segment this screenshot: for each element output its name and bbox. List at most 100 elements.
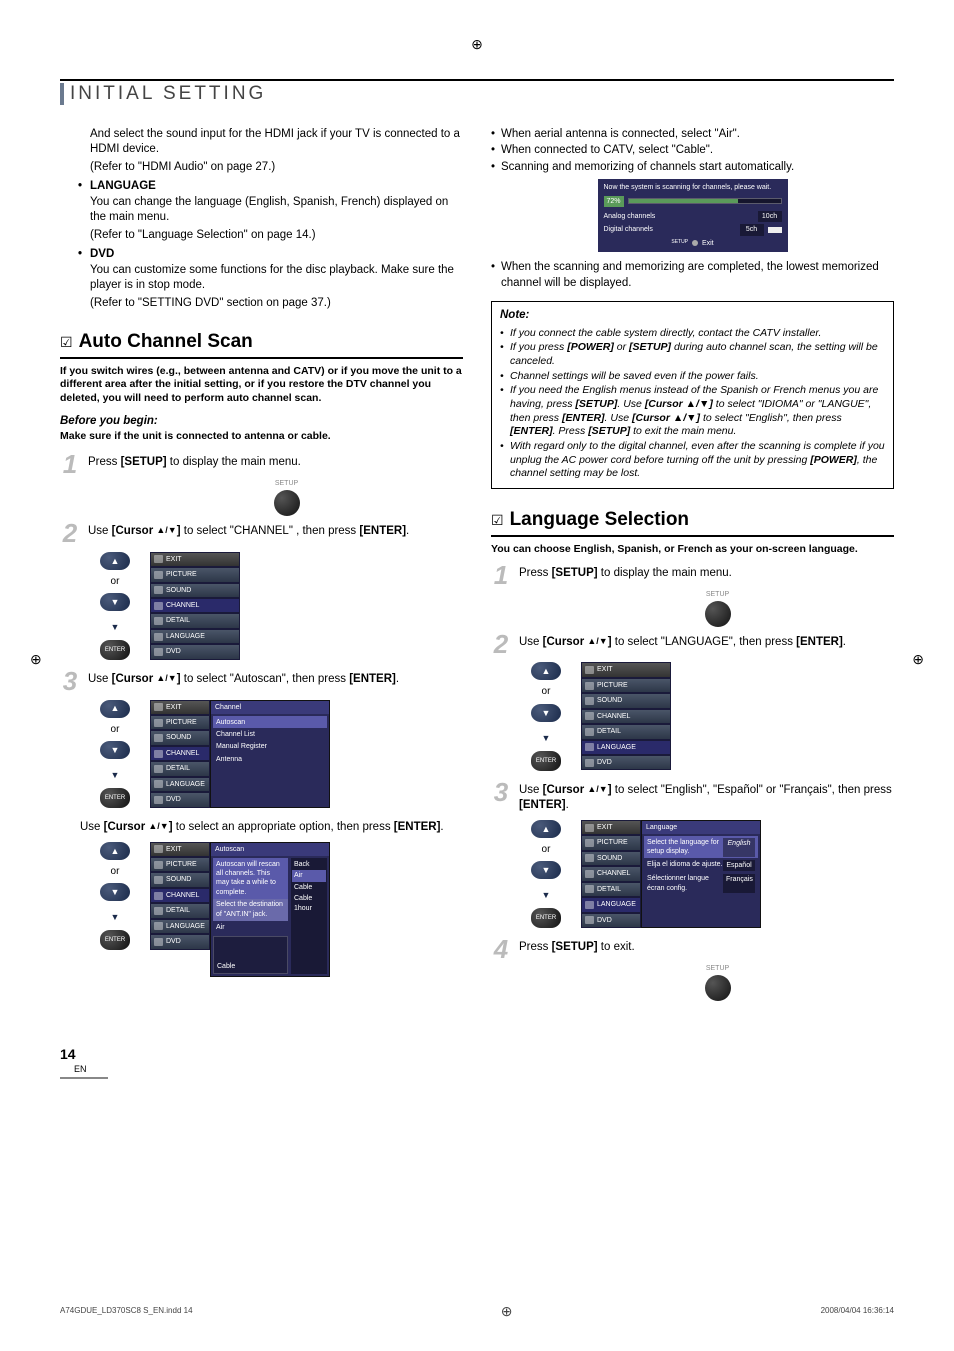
- cursor-down-icon: ▼: [531, 861, 561, 879]
- step-number: 1: [60, 453, 80, 476]
- enter-button-icon: ENTER: [531, 751, 561, 771]
- auto-channel-scan-heading: ☑ Auto Channel Scan: [60, 329, 463, 359]
- sound-icon: [154, 734, 163, 742]
- ls-step-1: 1 Press [SETUP] to display the main menu…: [491, 564, 894, 587]
- osd-autoscan-msg2: Select the destination of "ANT.IN" jack.: [213, 899, 288, 921]
- step-text: Press: [88, 456, 121, 468]
- scan-setup-label: SETUP: [671, 239, 688, 245]
- sound-icon: [154, 876, 163, 884]
- exit-icon: [154, 555, 163, 563]
- acs-intro: If you switch wires (e.g., between anten…: [60, 365, 463, 406]
- lang-row-es: Elija el idioma de ajuste.: [647, 860, 723, 871]
- detail-icon: [154, 765, 163, 773]
- cursor-up-icon: ▲: [100, 552, 130, 570]
- picture-icon: [154, 861, 163, 869]
- setup-label: SETUP: [706, 590, 729, 599]
- cursor-down-icon: ▼: [531, 704, 561, 722]
- scan-complete-bullet: When the scanning and memorizing are com…: [501, 260, 894, 291]
- osd-row-antenna: Antenna: [213, 753, 327, 765]
- note-item: With regard only to the digital channel,…: [510, 440, 885, 481]
- osd-opt-cable: Cable: [292, 882, 326, 893]
- exit-icon: [154, 845, 163, 853]
- cursor-up-icon: ▲: [531, 820, 561, 838]
- or-label: or: [111, 575, 120, 589]
- before-sub: Make sure if the unit is connected to an…: [60, 429, 463, 443]
- picture-icon: [585, 839, 594, 847]
- dvd-desc: You can customize some functions for the…: [90, 263, 463, 294]
- hdmi-ref: (Refer to "HDMI Audio" on page 27.): [90, 160, 463, 176]
- ls-step-4: 4 Press [SETUP] to exit.: [491, 938, 894, 961]
- channel-icon: [154, 602, 163, 610]
- language-desc: You can change the language (English, Sp…: [90, 195, 463, 226]
- down-arrow-icon: ▼: [531, 729, 561, 747]
- setup-label: SETUP: [275, 479, 298, 488]
- osd-opt-cable1hour: Cable 1hour: [292, 893, 326, 914]
- picture-icon: [154, 719, 163, 727]
- osd-opt-air: Air: [292, 870, 326, 881]
- crop-mark-top-icon: ⊕: [60, 35, 894, 54]
- analog-label: Analog channels: [604, 212, 656, 221]
- sound-icon: [585, 854, 594, 862]
- section-check-icon: ☑: [491, 511, 504, 530]
- dvd-icon: [154, 648, 163, 656]
- language-icon: [154, 922, 163, 930]
- osd-channel-menu: EXIT PICTURE SOUND CHANNEL DETAIL LANGUA…: [150, 700, 330, 808]
- enter-button-icon: ENTER: [100, 788, 130, 808]
- step-number: 3: [491, 781, 511, 804]
- exit-icon: [154, 703, 163, 711]
- enter-button-icon: ENTER: [100, 640, 130, 660]
- section-check-icon: ☑: [60, 333, 73, 352]
- cursor-enter-graphic: ▲ or ▼ ▼ ENTER: [100, 700, 130, 809]
- lang-row-fr: Sélectionner langue écran config.: [647, 874, 723, 893]
- picture-icon: [154, 571, 163, 579]
- osd-autoscan-menu: EXIT PICTURE SOUND CHANNEL DETAIL LANGUA…: [150, 842, 330, 978]
- channel-icon: [585, 712, 594, 720]
- language-selection-heading: ☑ Language Selection: [491, 507, 894, 537]
- detail-icon: [585, 728, 594, 736]
- language-icon: [154, 780, 163, 788]
- lang-opt-en: English: [723, 838, 755, 857]
- setup-button-icon: [705, 601, 731, 627]
- osd-main-menu: EXIT PICTURE SOUND CHANNEL DETAIL LANGUA…: [150, 552, 240, 660]
- cursor-up-icon: ▲: [531, 662, 561, 680]
- language-ref: (Refer to "Language Selection" on page 1…: [90, 228, 463, 244]
- dvd-icon: [154, 796, 163, 804]
- signal-bar-icon: [768, 227, 782, 233]
- osd-language-menu: EXIT PICTURE SOUND CHANNEL DETAIL LANGUA…: [581, 820, 761, 928]
- right-column: When aerial antenna is connected, select…: [491, 127, 894, 1006]
- sound-icon: [585, 697, 594, 705]
- note-item: If you need the English menus instead of…: [510, 384, 885, 439]
- setup-button-graphic: SETUP: [541, 590, 894, 627]
- scan-message: Now the system is scanning for channels,…: [604, 183, 782, 192]
- detail-icon: [154, 907, 163, 915]
- down-arrow-icon: ▼: [100, 618, 130, 636]
- osd-row-channel-list: Channel List: [213, 728, 327, 740]
- cursor-down-icon: ▼: [100, 593, 130, 611]
- ls-intro: You can choose English, Spanish, or Fren…: [491, 543, 894, 557]
- down-arrow-icon: ▼: [100, 766, 130, 784]
- page-number: 14 EN: [60, 1045, 894, 1079]
- step-number: 4: [491, 938, 511, 961]
- enter-button-icon: ENTER: [531, 908, 561, 928]
- osd-autoscan-msg1: Autoscan will rescan all channels. This …: [213, 858, 288, 899]
- setup-button-graphic: SETUP: [541, 964, 894, 1001]
- sound-icon: [154, 586, 163, 594]
- cable-bullet: When connected to CATV, select "Cable".: [501, 143, 894, 159]
- or-label: or: [542, 843, 551, 857]
- picture-icon: [585, 682, 594, 690]
- dvd-icon: [585, 916, 594, 924]
- ls-step-3: 3 Use [Cursor ▲/▼] to select "English", …: [491, 781, 894, 814]
- or-label: or: [542, 685, 551, 699]
- channel-icon: [154, 750, 163, 758]
- analog-count: 10ch: [758, 211, 782, 222]
- note-item: If you connect the cable system directly…: [510, 327, 885, 341]
- channel-icon: [585, 870, 594, 878]
- digital-count: 5ch: [740, 224, 764, 235]
- dvd-heading: DVD: [90, 247, 463, 263]
- language-icon: [585, 743, 594, 751]
- language-icon: [585, 901, 594, 909]
- note-heading: Note:: [500, 308, 885, 324]
- cursor-up-icon: ▲: [100, 700, 130, 718]
- page-title-band: INITIAL SETTING: [60, 79, 894, 107]
- note-box: Note: If you connect the cable system di…: [491, 301, 894, 489]
